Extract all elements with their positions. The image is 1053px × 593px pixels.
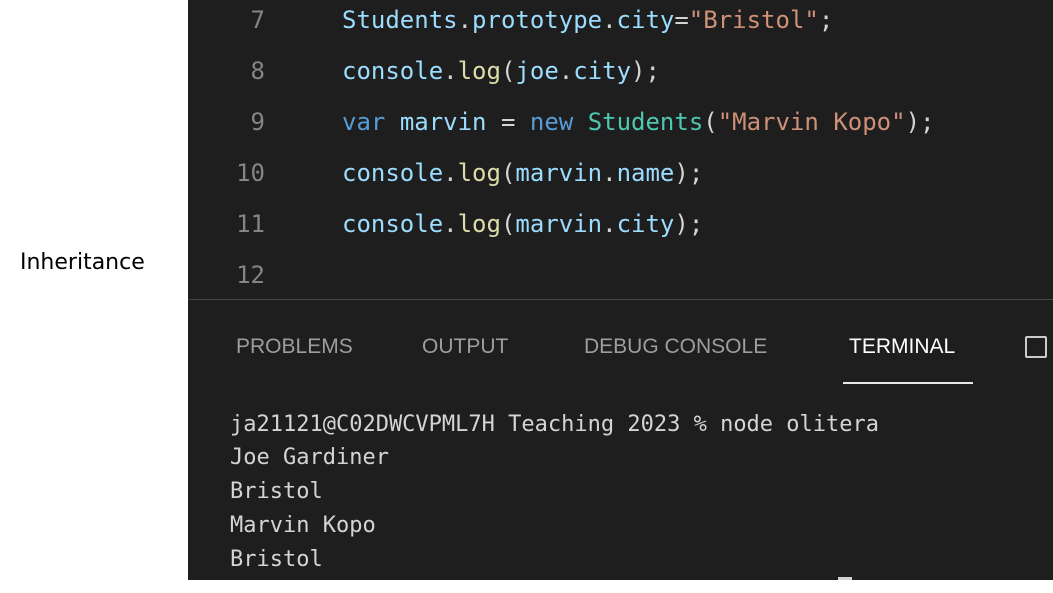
- code-token: .: [457, 6, 473, 34]
- code-token: city: [616, 210, 675, 238]
- code-token: Students: [342, 6, 458, 34]
- terminal-output[interactable]: ja21121@C02DWCVPML7H Teaching 2023 % nod…: [188, 400, 1053, 580]
- code-line-9: 9 var marvin = new Students("Marvin Kopo…: [188, 104, 1053, 140]
- code-token: .: [443, 159, 458, 187]
- code-token: console: [342, 159, 444, 187]
- code-text: var marvin = new Students("Marvin Kopo")…: [342, 104, 934, 140]
- tab-terminal[interactable]: TERMINAL: [849, 332, 955, 362]
- tab-debug-console[interactable]: DEBUG CONSOLE: [584, 332, 767, 362]
- code-token: .: [602, 6, 617, 34]
- code-token: prototype: [472, 6, 603, 34]
- code-line-12: 12: [188, 257, 1053, 293]
- code-token: );: [674, 159, 704, 187]
- panel-tabs: PROBLEMS OUTPUT DEBUG CONSOLE TERMINAL: [188, 300, 1053, 386]
- code-token: (: [500, 57, 516, 85]
- terminal-line: ja21121@C02DWCVPML7H Teaching 2023 % nod…: [230, 412, 880, 437]
- code-token: log: [457, 210, 501, 238]
- code-token: console: [342, 210, 444, 238]
- code-token: .: [443, 210, 458, 238]
- line-number: 12: [236, 261, 265, 289]
- code-token: "Bristol": [688, 6, 819, 34]
- code-line-8: 8 console.log(joe.city);: [188, 53, 1053, 89]
- code-line-11: 11 console.log(marvin.city);: [188, 206, 1053, 242]
- code-token: var: [342, 108, 386, 136]
- code-token: );: [905, 108, 935, 136]
- terminal-line: Joe Gardiner: [230, 445, 389, 470]
- code-token: Students: [587, 108, 704, 136]
- code-token: new: [529, 108, 574, 136]
- code-token: =: [674, 6, 689, 34]
- code-token: .: [558, 57, 574, 85]
- line-number: 10: [236, 159, 265, 187]
- code-token: .: [443, 57, 458, 85]
- code-token: (: [703, 108, 718, 136]
- tab-problems[interactable]: PROBLEMS: [236, 332, 353, 362]
- code-line-7: 7 Students.prototype.city="Bristol";: [188, 2, 1053, 38]
- code-token: =: [486, 108, 530, 136]
- code-token: .: [602, 210, 617, 238]
- code-token: marvin: [515, 210, 603, 238]
- active-tab-indicator: [843, 382, 973, 384]
- code-token: (: [500, 210, 516, 238]
- code-text: console.log(joe.city);: [342, 53, 660, 89]
- slide-label: Inheritance: [20, 250, 145, 275]
- vscode-window: 7 Students.prototype.city="Bristol"; 8 c…: [188, 0, 1053, 580]
- terminal-cursor: [838, 577, 852, 580]
- code-editor[interactable]: 7 Students.prototype.city="Bristol"; 8 c…: [188, 0, 1053, 298]
- line-number: 11: [236, 210, 265, 238]
- code-token: marvin: [399, 108, 487, 136]
- code-text: console.log(marvin.name);: [342, 155, 703, 191]
- code-token: "Marvin Kopo": [717, 108, 906, 136]
- code-token: name: [616, 159, 675, 187]
- tab-output[interactable]: OUTPUT: [422, 332, 508, 362]
- line-number: 7: [250, 6, 265, 34]
- code-token: log: [457, 159, 501, 187]
- code-token: console: [342, 57, 444, 85]
- code-token: log: [457, 57, 501, 85]
- code-token: );: [674, 210, 704, 238]
- code-token: ;: [818, 6, 834, 34]
- code-token: city: [573, 57, 632, 85]
- terminal-line: Marvin Kopo: [230, 513, 376, 538]
- code-token: );: [631, 57, 660, 85]
- code-line-10: 10 console.log(marvin.name);: [188, 155, 1053, 191]
- code-text: Students.prototype.city="Bristol";: [342, 2, 833, 38]
- bottom-panel: PROBLEMS OUTPUT DEBUG CONSOLE TERMINAL j…: [188, 300, 1053, 580]
- code-token: marvin: [515, 159, 603, 187]
- line-number: 8: [250, 57, 265, 85]
- code-token: city: [616, 6, 675, 34]
- code-token: .: [602, 159, 617, 187]
- code-text: console.log(marvin.city);: [342, 206, 703, 242]
- code-token: (: [500, 159, 516, 187]
- terminal-line: Bristol: [230, 547, 323, 572]
- split-panel-icon[interactable]: [1025, 336, 1047, 358]
- line-number: 9: [250, 108, 265, 136]
- terminal-line: Bristol: [230, 479, 323, 504]
- code-token: joe: [515, 57, 559, 85]
